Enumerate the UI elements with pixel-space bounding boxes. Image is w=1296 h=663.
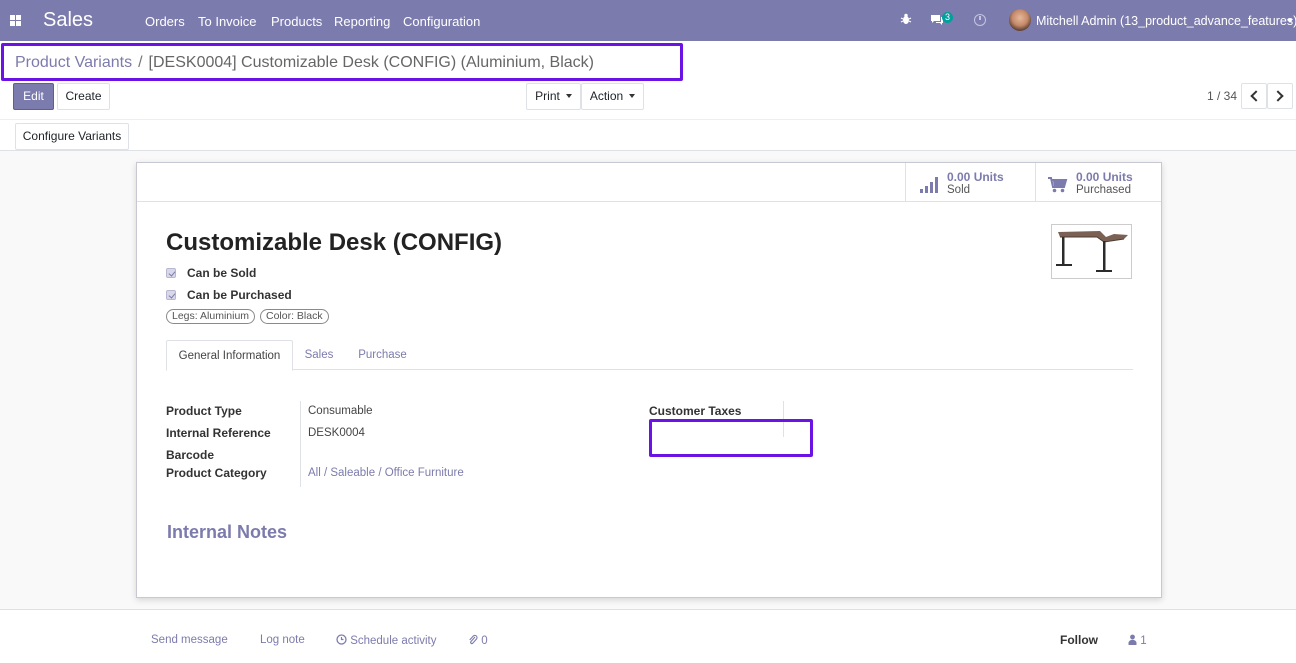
purchased-value: 0.00 Units	[1076, 170, 1133, 184]
action-label: Action	[589, 89, 624, 103]
shopping-cart-icon	[1048, 177, 1068, 193]
tab-sales[interactable]: Sales	[293, 340, 345, 371]
schedule-activity-label: Schedule activity	[350, 635, 437, 647]
tab-purchase[interactable]: Purchase	[345, 340, 420, 371]
menu-orders[interactable]: Orders	[145, 14, 185, 29]
caret-down-icon[interactable]	[1287, 19, 1293, 23]
can-be-sold-checkbox[interactable]	[166, 268, 176, 278]
print-dropdown[interactable]: Print	[526, 83, 581, 110]
breadcrumb-current: [DESK0004] Customizable Desk (CONFIG) (A…	[148, 54, 594, 71]
control-panel: Product Variants / [DESK0004] Customizable…	[0, 41, 1296, 151]
top-navbar: Sales Orders To Invoice Products Reporti…	[0, 0, 1296, 41]
paperclip-icon	[469, 634, 478, 645]
app-title[interactable]: Sales	[43, 9, 93, 32]
menu-products[interactable]: Products	[271, 14, 322, 29]
caret-down-icon	[565, 94, 572, 98]
barcode-label: Barcode	[166, 448, 215, 462]
pager-next-button[interactable]	[1267, 83, 1293, 109]
sold-label: Sold	[947, 184, 971, 196]
attachments-count: 0	[481, 635, 488, 647]
pager-previous-button[interactable]	[1241, 83, 1267, 109]
chevron-left-icon	[1250, 90, 1262, 102]
breadcrumb-parent[interactable]: Product Variants	[15, 54, 132, 71]
schedule-activity-button[interactable]: Schedule activity	[336, 634, 437, 647]
user-menu[interactable]: Mitchell Admin (13_product_advance_featu…	[1036, 14, 1296, 28]
bug-icon[interactable]	[900, 13, 912, 25]
breadcrumb: Product Variants / [DESK0004] Customizable…	[15, 54, 594, 72]
internal-notes-title: Internal Notes	[167, 522, 288, 542]
follow-button[interactable]: Follow	[1060, 633, 1098, 647]
action-dropdown[interactable]: Action	[581, 83, 644, 110]
product-image[interactable]	[1051, 224, 1132, 279]
chatter: Send message Log note Schedule activity …	[0, 609, 1296, 663]
chevron-right-icon	[1272, 90, 1284, 102]
breadcrumb-separator: /	[138, 54, 143, 71]
sold-stat-button[interactable]: 0.00 Units Sold	[905, 163, 1035, 201]
field-separator-line	[783, 401, 784, 437]
product-type-value: Consumable	[308, 405, 373, 417]
product-category-label: Product Category	[166, 466, 267, 480]
attribute-tag-legs: Legs: Aluminium	[166, 309, 256, 324]
followers-count: 1	[1140, 635, 1147, 647]
avatar[interactable]	[1009, 9, 1031, 31]
chat-badge: 3	[942, 12, 954, 23]
create-button[interactable]: Create	[57, 83, 110, 110]
menu-configuration[interactable]: Configuration	[403, 14, 480, 29]
product-type-label: Product Type	[166, 404, 242, 418]
menu-to-invoice[interactable]: To Invoice	[198, 14, 257, 29]
log-note-button[interactable]: Log note	[260, 634, 305, 646]
signal-bars-icon	[920, 176, 940, 193]
form-sheet: 0.00 Units Sold 0.00 Units Purchased Cus…	[136, 162, 1162, 598]
attachments-button[interactable]: 0	[468, 634, 488, 647]
customer-taxes-label: Customer Taxes	[649, 404, 742, 418]
product-name: Customizable Desk (CONFIG)	[166, 229, 503, 256]
send-message-button[interactable]: Send message	[151, 634, 228, 646]
menu-reporting[interactable]: Reporting	[334, 14, 390, 29]
apps-grid-icon[interactable]	[10, 15, 21, 26]
clock-icon[interactable]	[974, 14, 986, 26]
print-label: Print	[535, 89, 560, 103]
pager-value[interactable]: 1 / 34	[1207, 89, 1237, 103]
can-be-purchased-checkbox[interactable]	[166, 290, 176, 300]
followers-button[interactable]: 1	[1128, 634, 1147, 647]
purchased-label: Purchased	[1076, 184, 1131, 196]
purchased-stat-button[interactable]: 0.00 Units Purchased	[1035, 163, 1161, 201]
configure-variants-button[interactable]: Configure Variants	[15, 123, 129, 150]
edit-button[interactable]: Edit	[13, 83, 54, 110]
internal-reference-label: Internal Reference	[166, 426, 271, 440]
sold-value: 0.00 Units	[947, 170, 1004, 184]
user-icon	[1128, 634, 1137, 645]
can-be-sold-label: Can be Sold	[187, 266, 257, 280]
attribute-tag-color: Color: Black	[260, 309, 329, 324]
clock-icon	[336, 634, 347, 645]
field-separator-line	[300, 401, 301, 487]
caret-down-icon	[629, 94, 636, 98]
form-tabs: General Information Sales Purchase	[166, 340, 1133, 371]
tab-general-information[interactable]: General Information	[166, 340, 293, 371]
can-be-purchased-label: Can be Purchased	[187, 288, 292, 302]
button-box: 0.00 Units Sold 0.00 Units Purchased	[137, 163, 1161, 202]
toolbar-divider	[0, 119, 1296, 120]
product-category-value[interactable]: All / Saleable / Office Furniture	[308, 467, 464, 479]
internal-reference-value: DESK0004	[308, 427, 365, 439]
